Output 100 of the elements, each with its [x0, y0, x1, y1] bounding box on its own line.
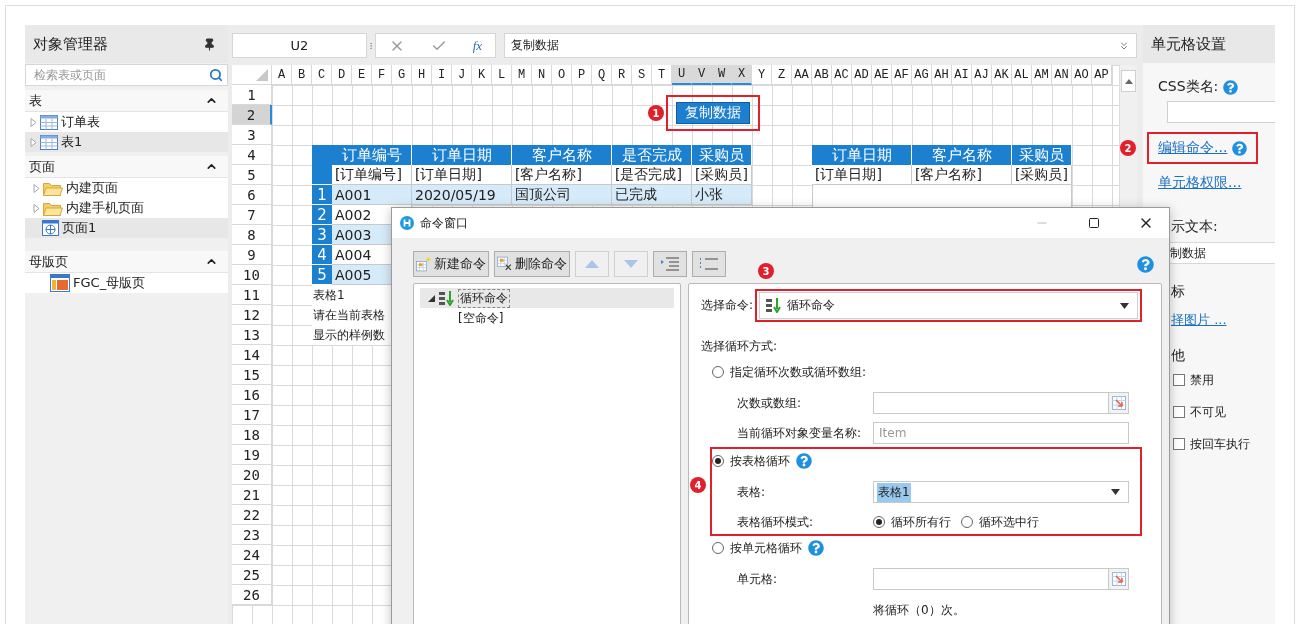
- tree-item[interactable]: 页面1: [25, 218, 228, 238]
- copy-data-button[interactable]: 复制数据: [676, 102, 750, 124]
- radio-option[interactable]: 循环选中行: [961, 513, 1039, 531]
- dropdown-caret-icon[interactable]: [1111, 489, 1120, 495]
- row-header[interactable]: 5: [232, 165, 272, 185]
- column-header[interactable]: I: [432, 65, 452, 85]
- column-header[interactable]: V: [692, 65, 712, 85]
- help-icon[interactable]: [1223, 79, 1239, 95]
- input-field[interactable]: [873, 392, 1129, 414]
- column-header[interactable]: AK: [992, 65, 1012, 85]
- column-header[interactable]: AP: [1092, 65, 1112, 85]
- command-select[interactable]: 循环命令: [759, 292, 1138, 319]
- row-header[interactable]: 24: [232, 545, 272, 565]
- row-header[interactable]: 8: [232, 225, 272, 245]
- column-header[interactable]: W: [712, 65, 732, 85]
- input-field[interactable]: [1167, 101, 1275, 123]
- collapse-triangle-icon[interactable]: [428, 294, 435, 302]
- row-header[interactable]: 1: [232, 85, 272, 105]
- column-header[interactable]: AM: [1032, 65, 1052, 85]
- row-header[interactable]: 10: [232, 265, 272, 285]
- column-header[interactable]: AL: [1012, 65, 1032, 85]
- column-header[interactable]: AO: [1072, 65, 1092, 85]
- column-header[interactable]: R: [612, 65, 632, 85]
- table-select[interactable]: 表格1: [873, 481, 1129, 503]
- column-header[interactable]: S: [632, 65, 652, 85]
- column-header[interactable]: F: [372, 65, 392, 85]
- row-header[interactable]: 7: [232, 205, 272, 225]
- column-header[interactable]: AA: [792, 65, 812, 85]
- row-header[interactable]: 21: [232, 485, 272, 505]
- cell-picker-button[interactable]: [1108, 569, 1128, 589]
- help-icon[interactable]: [1232, 140, 1248, 156]
- expand-triangle-icon[interactable]: [33, 203, 40, 213]
- help-icon[interactable]: [808, 540, 824, 556]
- tree-item[interactable]: 表1: [25, 132, 228, 152]
- column-header[interactable]: E: [352, 65, 372, 85]
- column-header[interactable]: AG: [912, 65, 932, 85]
- radio-button[interactable]: [712, 455, 724, 467]
- row-header[interactable]: 20: [232, 465, 272, 485]
- column-header[interactable]: AH: [932, 65, 952, 85]
- column-header[interactable]: M: [512, 65, 532, 85]
- delete-button[interactable]: 删除命令: [494, 251, 570, 277]
- permissions-link[interactable]: 单元格权限...: [1158, 174, 1242, 192]
- column-header[interactable]: G: [392, 65, 412, 85]
- search-field[interactable]: 检索表或页面: [25, 64, 228, 86]
- column-header[interactable]: AC: [832, 65, 852, 85]
- row-header[interactable]: 11: [232, 285, 272, 305]
- column-header[interactable]: K: [472, 65, 492, 85]
- maximize-icon[interactable]: [1088, 217, 1100, 229]
- row-header[interactable]: 22: [232, 505, 272, 525]
- column-header[interactable]: AN: [1052, 65, 1072, 85]
- search-icon[interactable]: [209, 68, 223, 82]
- column-header[interactable]: L: [492, 65, 512, 85]
- row-header[interactable]: 4: [232, 145, 272, 165]
- column-header[interactable]: X: [732, 65, 752, 85]
- column-header[interactable]: Q: [592, 65, 612, 85]
- section-header[interactable]: 表: [25, 90, 228, 112]
- radio-button[interactable]: [712, 366, 724, 378]
- row-header[interactable]: 19: [232, 445, 272, 465]
- column-header[interactable]: C: [312, 65, 332, 85]
- column-header[interactable]: AF: [892, 65, 912, 85]
- radio-button[interactable]: [873, 516, 885, 528]
- edit-command-link[interactable]: 编辑命令...: [1158, 139, 1228, 157]
- row-header[interactable]: 9: [232, 245, 272, 265]
- column-header[interactable]: AE: [872, 65, 892, 85]
- row-header[interactable]: 18: [232, 425, 272, 445]
- cell-name-box[interactable]: U2: [232, 33, 367, 58]
- column-header[interactable]: Y: [752, 65, 772, 85]
- row-header[interactable]: 13: [232, 325, 272, 345]
- checkbox[interactable]: [1173, 438, 1185, 450]
- row-header[interactable]: 15: [232, 365, 272, 385]
- pin-icon[interactable]: [203, 37, 216, 51]
- function-button[interactable]: fx: [472, 37, 483, 54]
- choose-image-link[interactable]: 择图片 ...: [1171, 311, 1227, 329]
- column-header[interactable]: P: [572, 65, 592, 85]
- column-header[interactable]: B: [292, 65, 312, 85]
- section-header[interactable]: 页面: [25, 156, 228, 178]
- column-header[interactable]: T: [652, 65, 672, 85]
- column-header[interactable]: AD: [852, 65, 872, 85]
- input-field[interactable]: 制数据: [1167, 242, 1275, 264]
- row-header[interactable]: 14: [232, 345, 272, 365]
- checkbox[interactable]: [1173, 406, 1185, 418]
- search-input[interactable]: 检索表或页面: [32, 67, 209, 83]
- row-header[interactable]: 17: [232, 405, 272, 425]
- column-header[interactable]: O: [552, 65, 572, 85]
- outdent-button[interactable]: [692, 251, 726, 277]
- expand-triangle-icon[interactable]: [33, 183, 40, 193]
- column-header[interactable]: AI: [952, 65, 972, 85]
- row-header[interactable]: 25: [232, 565, 272, 585]
- input-field[interactable]: Item: [873, 422, 1129, 444]
- radio-button[interactable]: [712, 542, 724, 554]
- row-header[interactable]: 3: [232, 125, 272, 145]
- expand-triangle-icon[interactable]: [30, 137, 37, 147]
- help-icon[interactable]: [1137, 255, 1154, 273]
- radio-button[interactable]: [961, 516, 973, 528]
- row-header[interactable]: 26: [232, 585, 272, 605]
- section-header[interactable]: 母版页: [25, 251, 228, 273]
- column-header[interactable]: AJ: [972, 65, 992, 85]
- expand-icon[interactable]: [1118, 39, 1130, 52]
- input-field[interactable]: [873, 568, 1129, 590]
- row-header[interactable]: 12: [232, 305, 272, 325]
